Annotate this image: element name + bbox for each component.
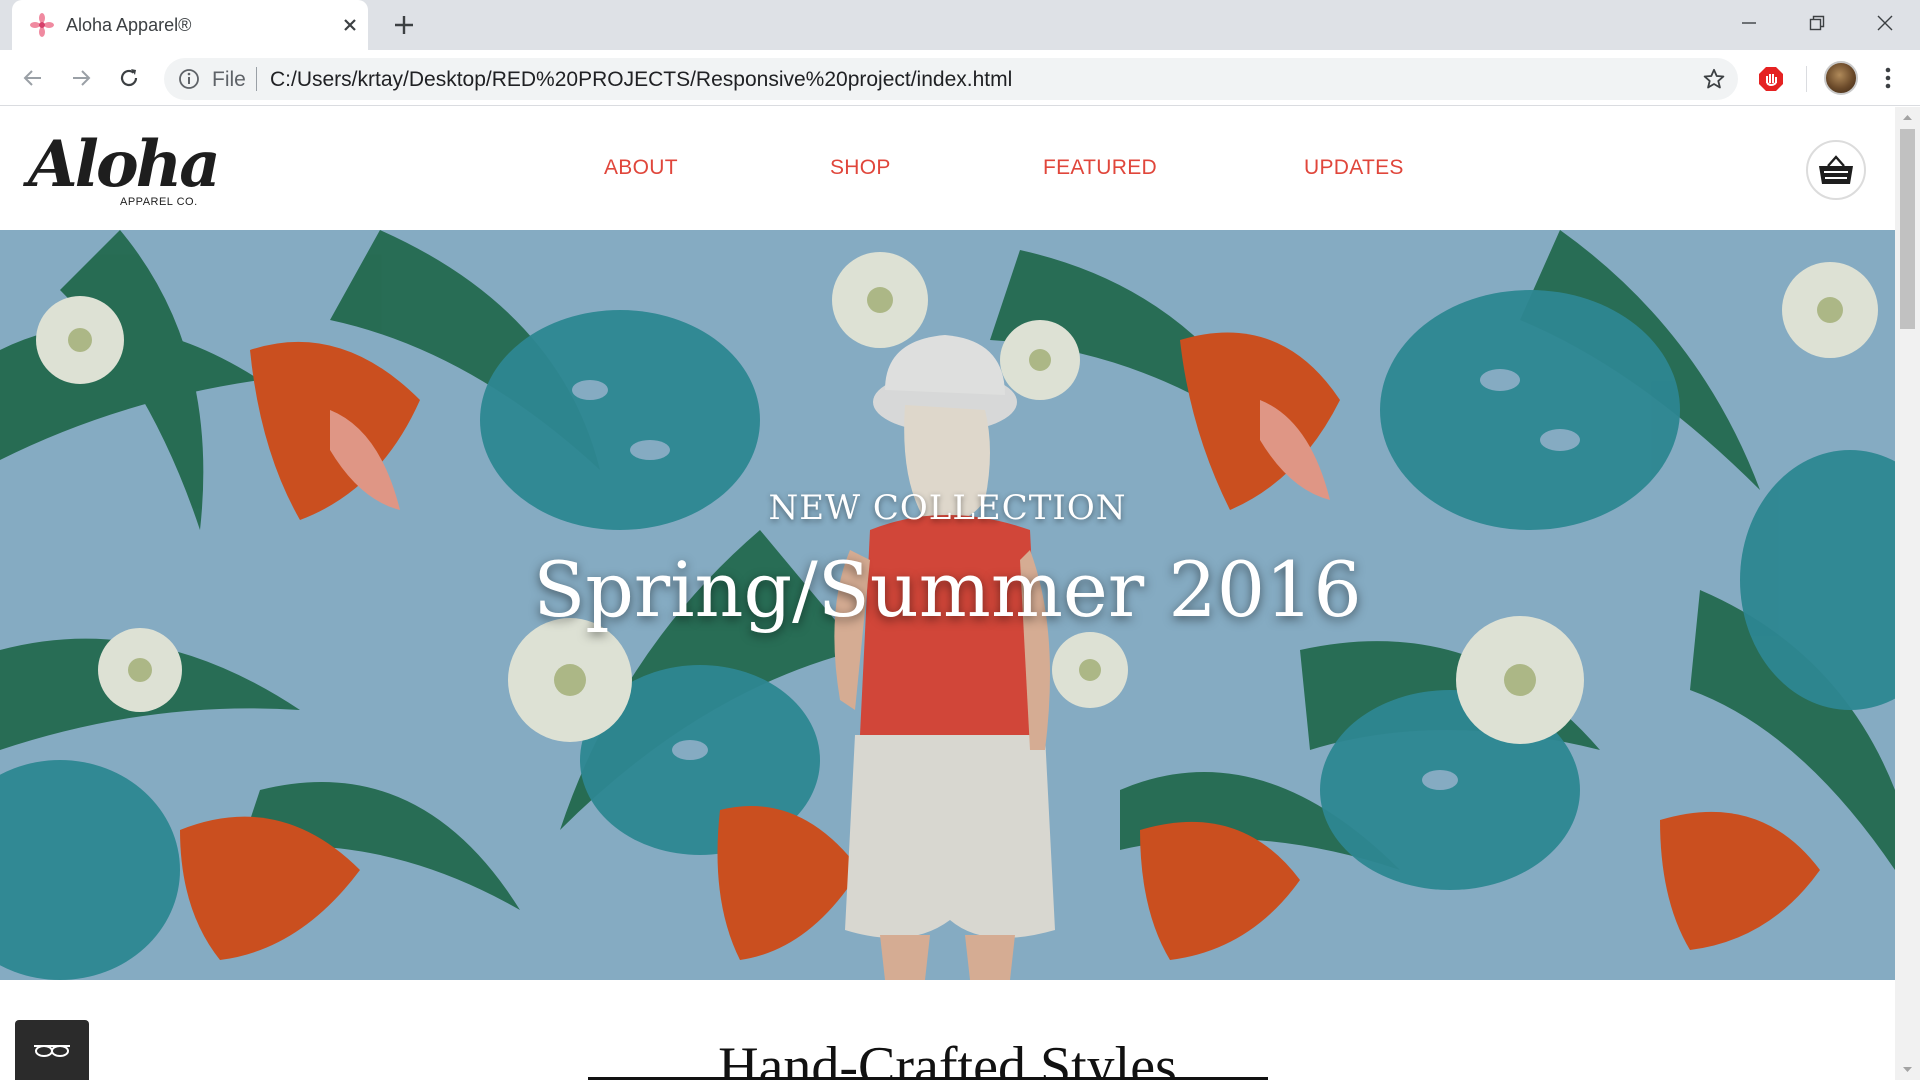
address-bar[interactable]: File C:/Users/krtay/Desktop/RED%20PROJEC… bbox=[164, 58, 1738, 100]
forward-arrow-icon bbox=[73, 70, 91, 86]
flower-favicon-icon bbox=[30, 13, 54, 37]
plus-icon[interactable] bbox=[390, 11, 418, 39]
forward-button[interactable] bbox=[66, 63, 96, 93]
nav-featured[interactable]: FEATURED bbox=[1043, 156, 1157, 180]
cart-button[interactable] bbox=[1806, 140, 1866, 200]
window-close-button[interactable] bbox=[1862, 8, 1908, 38]
minimize-button[interactable] bbox=[1726, 8, 1772, 38]
star-icon[interactable] bbox=[1702, 67, 1726, 91]
browser-tab[interactable]: Aloha Apparel® bbox=[12, 0, 368, 50]
reload-icon bbox=[120, 69, 138, 87]
back-button[interactable] bbox=[18, 63, 48, 93]
glasses-icon bbox=[34, 1045, 70, 1057]
url-scheme: File bbox=[212, 68, 246, 91]
site-header: Aloha APPAREL CO. ABOUT SHOP FEATURED UP… bbox=[0, 107, 1895, 230]
url-separator bbox=[256, 67, 257, 91]
nav-shop[interactable]: SHOP bbox=[830, 156, 891, 180]
profile-avatar[interactable] bbox=[1824, 61, 1858, 95]
reload-button[interactable] bbox=[114, 63, 144, 93]
close-icon[interactable] bbox=[338, 13, 362, 37]
hero-title: Spring/Summer 2016 bbox=[533, 545, 1362, 634]
section-title: Hand-Crafted Styles bbox=[718, 1036, 1177, 1080]
page-scrollbar[interactable] bbox=[1895, 107, 1920, 1080]
logo-subtext: APPAREL CO. bbox=[120, 196, 198, 208]
tab-title: Aloha Apparel® bbox=[66, 15, 192, 35]
toolbar-divider bbox=[1806, 66, 1807, 92]
tab-strip: Aloha Apparel® bbox=[0, 0, 1920, 50]
info-icon[interactable] bbox=[178, 68, 200, 90]
restore-icon bbox=[1809, 15, 1825, 31]
hero-kicker: NEW COLLECTION bbox=[768, 488, 1127, 528]
basket-icon bbox=[1819, 155, 1853, 184]
restore-button[interactable] bbox=[1794, 8, 1840, 38]
adblock-icon[interactable] bbox=[1758, 66, 1784, 92]
scroll-up-arrow-icon[interactable] bbox=[1895, 107, 1920, 127]
scrollbar-thumb[interactable] bbox=[1900, 129, 1915, 329]
site-logo[interactable]: Aloha APPAREL CO. bbox=[28, 127, 221, 217]
url-text[interactable]: C:/Users/krtay/Desktop/RED%20PROJECTS/Re… bbox=[270, 68, 1012, 92]
window-close-icon bbox=[1877, 15, 1893, 31]
hero-banner: NEW COLLECTION Spring/Summer 2016 bbox=[0, 230, 1895, 980]
minimize-icon bbox=[1742, 22, 1756, 24]
more-vert-icon[interactable] bbox=[1878, 62, 1898, 94]
nav-about[interactable]: ABOUT bbox=[604, 156, 678, 180]
scroll-down-arrow-icon[interactable] bbox=[1895, 1060, 1920, 1080]
accessibility-button[interactable] bbox=[15, 1020, 89, 1080]
back-arrow-icon bbox=[23, 70, 41, 86]
page-viewport: Aloha APPAREL CO. ABOUT SHOP FEATURED UP… bbox=[0, 107, 1895, 1080]
nav-updates[interactable]: UPDATES bbox=[1304, 156, 1404, 180]
logo-wordmark: Aloha bbox=[28, 127, 221, 202]
